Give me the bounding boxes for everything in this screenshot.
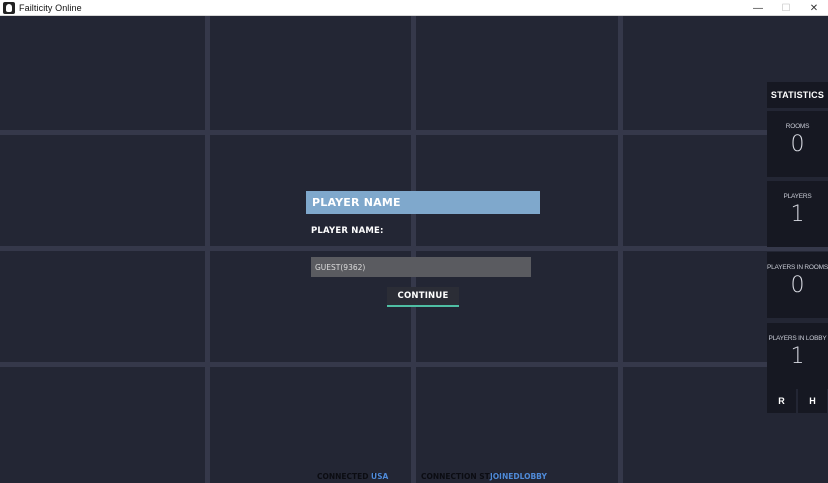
stat-value: 1	[790, 202, 805, 227]
status-bar: CONNECTED TO: USA CONNECTION STATE: JOIN…	[0, 470, 828, 483]
refresh-button[interactable]: R	[767, 389, 796, 413]
title-bar[interactable]: Failticity Online — ☐ ✕	[0, 0, 828, 16]
stat-value: 0	[790, 273, 805, 298]
stat-value: 0	[790, 132, 805, 157]
stat-value: 1	[790, 344, 805, 369]
stat-label: PLAYERS IN LOBBY	[768, 335, 827, 342]
window-title: Failticity Online	[19, 2, 82, 13]
stat-players-in-rooms: PLAYERS IN ROOMS 0	[767, 252, 828, 318]
grid-line	[411, 16, 416, 483]
stat-players-in-lobby: PLAYERS IN LOBBY 1	[767, 323, 828, 389]
stat-rooms: ROOMS 0	[767, 111, 828, 177]
stat-label: ROOMS	[785, 123, 810, 130]
minimize-button[interactable]: —	[744, 0, 772, 16]
continue-button[interactable]: CONTINUE	[387, 287, 459, 307]
game-board	[0, 16, 828, 483]
maximize-button[interactable]: ☐	[772, 0, 800, 16]
player-name-dialog-header: PLAYER NAME	[306, 191, 540, 214]
grid-line	[205, 16, 210, 483]
connection-state-value: JOINEDLOBBY	[490, 472, 547, 481]
stat-label: PLAYERS IN ROOMS	[767, 264, 828, 271]
grid-line	[618, 16, 623, 483]
close-button[interactable]: ✕	[800, 0, 828, 16]
player-name-label: PLAYER NAME:	[311, 226, 384, 236]
app-icon	[3, 1, 15, 14]
statistics-title: STATISTICS	[767, 82, 828, 108]
connected-region: USA	[371, 472, 389, 481]
player-name-input[interactable]	[311, 257, 531, 277]
stat-label: PLAYERS	[783, 193, 812, 200]
stat-players: PLAYERS 1	[767, 181, 828, 247]
app-window: Failticity Online — ☐ ✕ PLAYER NAME PLAY…	[0, 0, 828, 483]
help-button[interactable]: H	[798, 389, 827, 413]
